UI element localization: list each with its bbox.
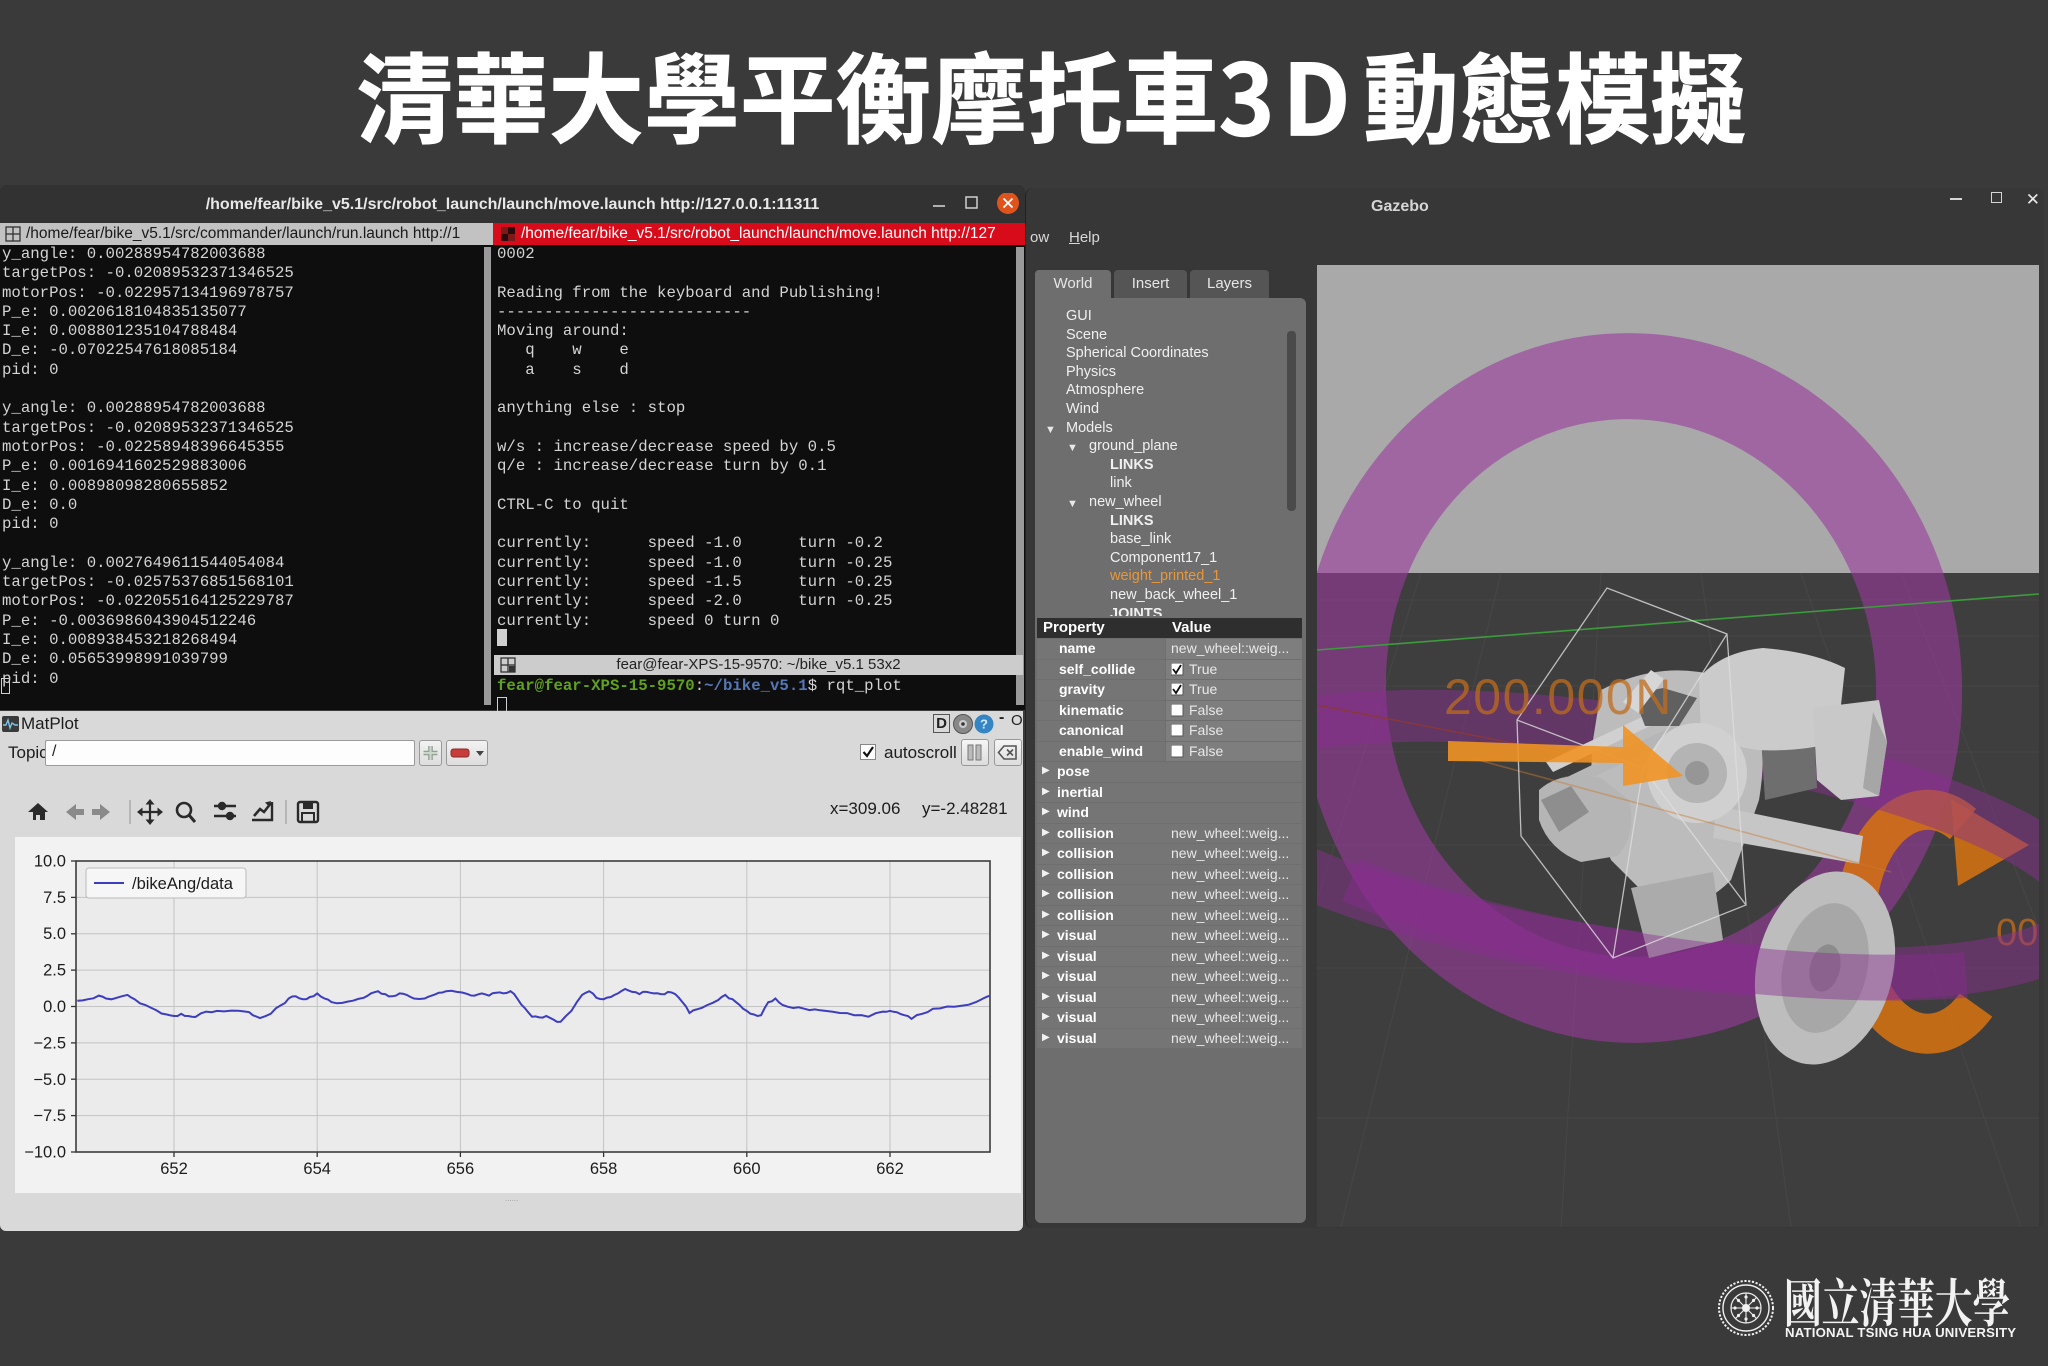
svg-text:660: 660 [733,1160,761,1178]
svg-text:656: 656 [447,1160,475,1178]
svg-text:652: 652 [160,1160,188,1178]
svg-text:NATIONAL TSING HUA UNIVERSITY: NATIONAL TSING HUA UNIVERSITY [1785,1325,2016,1340]
svg-text:−7.5: −7.5 [33,1107,66,1125]
svg-text:−2.5: −2.5 [33,1034,66,1052]
svg-text:7.5: 7.5 [43,889,66,907]
svg-text:......: ...... [505,1194,518,1203]
svg-text:658: 658 [590,1160,618,1178]
svg-text:5.0: 5.0 [43,925,66,943]
svg-text:200.000N: 200.000N [1444,669,1673,725]
svg-text:2.5: 2.5 [43,962,66,980]
svg-text:662: 662 [876,1160,904,1178]
svg-text:10.0: 10.0 [34,853,66,871]
svg-text:654: 654 [303,1160,331,1178]
svg-text:0.0: 0.0 [43,998,66,1016]
svg-text:−10.0: −10.0 [24,1144,66,1162]
svg-text:/bikeAng/data: /bikeAng/data [132,875,234,893]
svg-text:−5.0: −5.0 [33,1071,66,1089]
